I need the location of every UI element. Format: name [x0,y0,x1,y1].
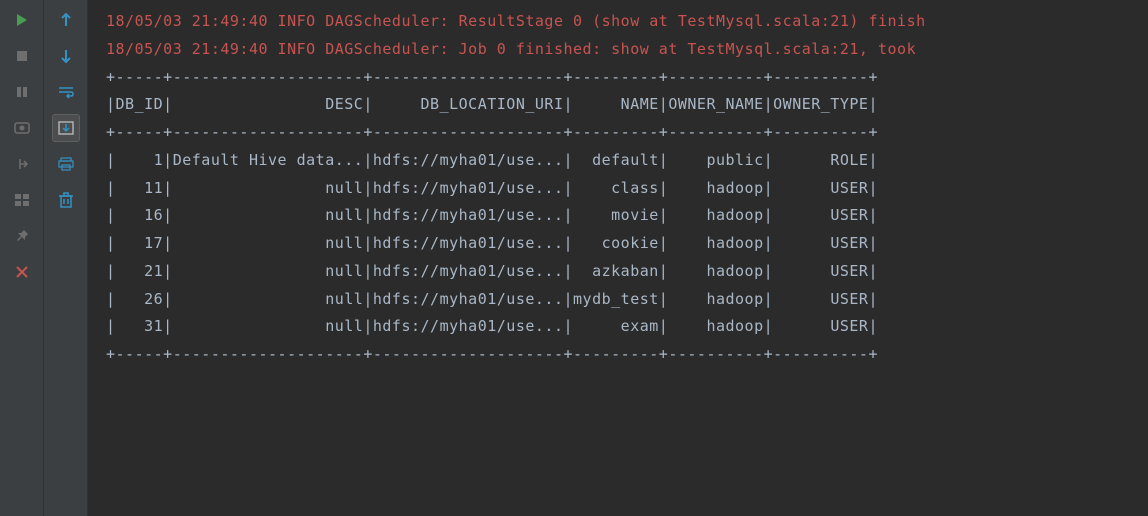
layout-button[interactable] [8,186,36,214]
table-border: +-----+--------------------+------------… [106,345,878,363]
exit-button[interactable] [8,150,36,178]
clear-button[interactable] [52,186,80,214]
table-row: | 1|Default Hive data...|hdfs://myha01/u… [106,151,878,169]
table-row: | 11| null|hdfs://myha01/use...| class| … [106,179,878,197]
dump-button[interactable] [8,114,36,142]
table-row: | 26| null|hdfs://myha01/use...|mydb_tes… [106,290,878,308]
table-border: +-----+--------------------+------------… [106,123,878,141]
scroll-up-button[interactable] [52,6,80,34]
log-line: 18/05/03 21:49:40 INFO DAGScheduler: Job… [106,40,926,58]
table-header: |DB_ID| DESC| DB_LOCATION_URI| NAME|OWNE… [106,95,878,113]
soft-wrap-button[interactable] [52,78,80,106]
print-button[interactable] [52,150,80,178]
run-button[interactable] [8,6,36,34]
console-output[interactable]: 18/05/03 21:49:40 INFO DAGScheduler: Res… [88,0,1148,516]
table-row: | 16| null|hdfs://myha01/use...| movie| … [106,206,878,224]
scroll-to-end-button[interactable] [52,114,80,142]
pin-button[interactable] [8,222,36,250]
console-toolbar [44,0,88,516]
stop-button[interactable] [8,42,36,70]
scroll-down-button[interactable] [52,42,80,70]
log-line: 18/05/03 21:49:40 INFO DAGScheduler: Res… [106,12,926,30]
close-button[interactable] [8,258,36,286]
table-row: | 31| null|hdfs://myha01/use...| exam| h… [106,317,878,335]
table-border: +-----+--------------------+------------… [106,68,878,86]
table-row: | 17| null|hdfs://myha01/use...| cookie|… [106,234,878,252]
table-row: | 21| null|hdfs://myha01/use...| azkaban… [106,262,878,280]
run-toolbar [0,0,44,516]
pause-button[interactable] [8,78,36,106]
